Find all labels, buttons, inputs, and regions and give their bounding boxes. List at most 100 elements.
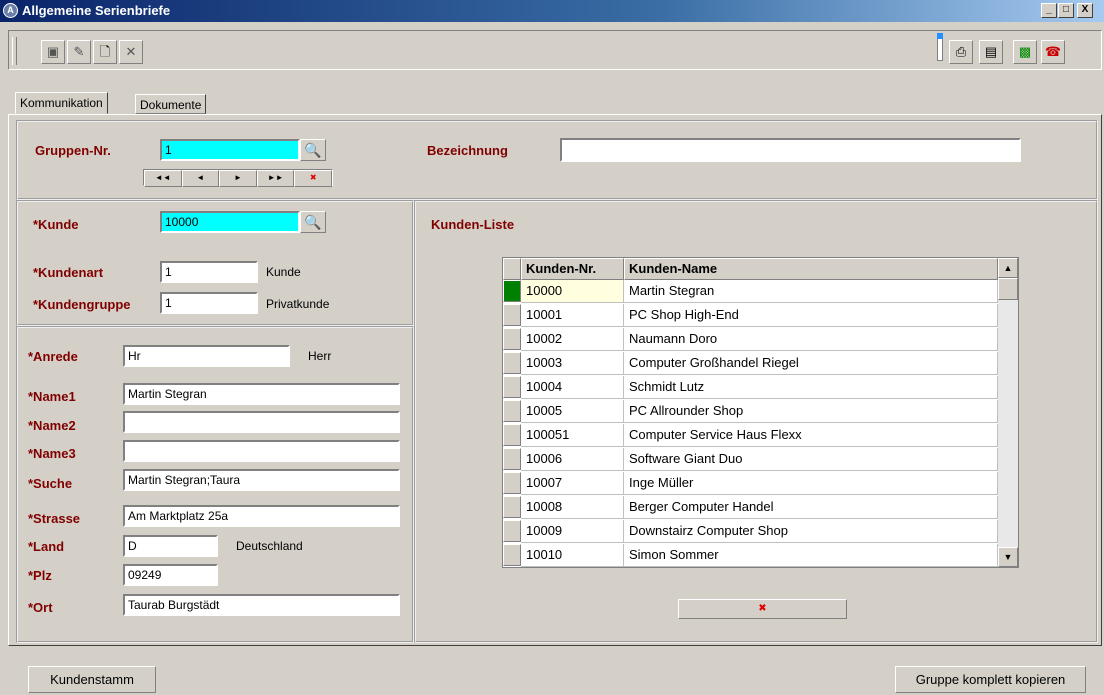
cell-kunden-nr[interactable]: 10003 — [521, 352, 624, 375]
delete-icon[interactable]: ✕ — [119, 40, 143, 64]
grid-corner-header — [503, 258, 521, 280]
group-lookup-search-icon[interactable]: 🔍 — [300, 139, 326, 161]
anrede-field[interactable]: Hr — [123, 345, 290, 367]
cell-kunden-nr[interactable]: 10001 — [521, 304, 624, 327]
row-indicator[interactable] — [503, 400, 521, 422]
exit-icon[interactable]: ☎ — [1041, 40, 1065, 64]
table-row[interactable]: 10010 Simon Sommer — [503, 544, 998, 567]
scroll-up-icon[interactable]: ▲ — [998, 258, 1018, 278]
suche-field[interactable]: Martin Stegran;Taura — [123, 469, 400, 491]
cell-kunden-nr[interactable]: 10010 — [521, 544, 624, 567]
cell-kunden-name[interactable]: Naumann Doro — [624, 328, 998, 351]
row-indicator[interactable] — [503, 304, 521, 326]
table-row[interactable]: 10004 Schmidt Lutz — [503, 376, 998, 399]
preview-icon[interactable]: ▤ — [979, 40, 1003, 64]
cell-kunden-nr[interactable]: 10004 — [521, 376, 624, 399]
row-indicator[interactable] — [503, 328, 521, 350]
save-icon[interactable]: ▣ — [41, 40, 65, 64]
row-indicator[interactable] — [503, 448, 521, 470]
kundenstamm-button[interactable]: Kundenstamm — [28, 666, 156, 693]
row-indicator[interactable] — [503, 352, 521, 374]
column-header-kunden-nr[interactable]: Kunden-Nr. — [521, 258, 624, 280]
cell-kunden-name[interactable]: Downstairz Computer Shop — [624, 520, 998, 543]
table-row[interactable]: 10003 Computer Großhandel Riegel — [503, 352, 998, 375]
row-indicator[interactable] — [503, 424, 521, 446]
scroll-down-icon[interactable]: ▼ — [998, 547, 1018, 567]
cell-kunden-nr[interactable]: 10005 — [521, 400, 624, 423]
table-row[interactable]: 10006 Software Giant Duo — [503, 448, 998, 471]
kunde-label: *Kunde — [33, 217, 79, 232]
cell-kunden-name[interactable]: Inge Müller — [624, 472, 998, 495]
cell-kunden-name[interactable]: Software Giant Duo — [624, 448, 998, 471]
table-row[interactable]: 10007 Inge Müller — [503, 472, 998, 495]
cell-kunden-nr[interactable]: 10009 — [521, 520, 624, 543]
row-indicator[interactable] — [503, 544, 521, 566]
ort-label: *Ort — [28, 600, 53, 615]
kundengruppe-field[interactable]: 1 — [160, 292, 258, 314]
app-icon: A — [3, 3, 18, 18]
copy-group-button[interactable]: Gruppe komplett kopieren — [895, 666, 1086, 693]
plz-field[interactable]: 09249 — [123, 564, 218, 586]
ort-field[interactable]: Taurab Burgstädt — [123, 594, 400, 616]
export-icon[interactable]: ▩ — [1013, 40, 1037, 64]
name2-field[interactable] — [123, 411, 400, 433]
table-row[interactable]: 100051 Computer Service Haus Flexx — [503, 424, 998, 447]
cell-kunden-nr[interactable]: 10007 — [521, 472, 624, 495]
indicator-light — [937, 33, 943, 39]
table-row[interactable]: 10001 PC Shop High-End — [503, 304, 998, 327]
nav-prev-icon[interactable]: ◄ — [181, 170, 220, 187]
kunde-field[interactable]: 10000 — [160, 211, 300, 233]
cell-kunden-name[interactable]: Computer Service Haus Flexx — [624, 424, 998, 447]
row-indicator[interactable] — [503, 496, 521, 518]
column-header-kunden-name[interactable]: Kunden-Name — [624, 258, 998, 280]
name3-field[interactable] — [123, 440, 400, 462]
cell-kunden-name[interactable]: Martin Stegran — [624, 280, 998, 303]
cell-kunden-name[interactable]: Simon Sommer — [624, 544, 998, 567]
cell-kunden-nr[interactable]: 10006 — [521, 448, 624, 471]
delete-entry-button[interactable]: ✖ — [678, 599, 847, 619]
row-indicator[interactable] — [503, 376, 521, 398]
scroll-thumb[interactable] — [998, 278, 1018, 300]
name1-field[interactable]: Martin Stegran — [123, 383, 400, 405]
nav-delete-icon[interactable]: ✖ — [294, 170, 332, 187]
table-row[interactable]: 10005 PC Allrounder Shop — [503, 400, 998, 423]
nav-first-icon[interactable]: ◄◄ — [144, 170, 182, 187]
cell-kunden-name[interactable]: PC Allrounder Shop — [624, 400, 998, 423]
cell-kunden-name[interactable]: Berger Computer Handel — [624, 496, 998, 519]
land-field[interactable]: D — [123, 535, 218, 557]
cell-kunden-name[interactable]: Schmidt Lutz — [624, 376, 998, 399]
cell-kunden-nr[interactable]: 10008 — [521, 496, 624, 519]
nav-next-icon[interactable]: ► — [219, 170, 257, 187]
minimize-button[interactable]: _ — [1041, 3, 1057, 18]
cell-kunden-nr[interactable]: 100051 — [521, 424, 624, 447]
row-indicator[interactable] — [503, 520, 521, 542]
row-indicator[interactable] — [503, 472, 521, 494]
table-row[interactable]: 10008 Berger Computer Handel — [503, 496, 998, 519]
group-nr-field[interactable]: 1 — [160, 139, 300, 161]
maximize-button[interactable]: □ — [1058, 3, 1074, 18]
bezeichnung-field[interactable] — [560, 138, 1021, 162]
bezeichnung-label: Bezeichnung — [427, 143, 508, 158]
table-row[interactable]: 10009 Downstairz Computer Shop — [503, 520, 998, 543]
cell-kunden-name[interactable]: PC Shop High-End — [624, 304, 998, 327]
tab-dokumente[interactable]: Dokumente — [135, 94, 207, 114]
land-text: Deutschland — [236, 539, 303, 553]
cell-kunden-nr[interactable]: 10002 — [521, 328, 624, 351]
row-indicator[interactable] — [503, 280, 521, 302]
group-nr-label: Gruppen-Nr. — [35, 143, 111, 158]
kunde-lookup-search-icon[interactable]: 🔍 — [300, 211, 326, 233]
cell-kunden-name[interactable]: Computer Großhandel Riegel — [624, 352, 998, 375]
tab-kommunikation[interactable]: Kommunikation — [15, 92, 108, 114]
new-document-icon[interactable]: 🗋 — [93, 40, 117, 64]
print-icon[interactable]: ⎙ — [949, 40, 973, 64]
kundenart-field[interactable]: 1 — [160, 261, 258, 283]
grid-scrollbar[interactable]: ▲ ▼ — [998, 258, 1018, 567]
edit-icon[interactable]: ✎ — [67, 40, 91, 64]
window-title: Allgemeine Serienbriefe — [22, 3, 171, 18]
cell-kunden-nr[interactable]: 10000 — [521, 280, 624, 303]
nav-last-icon[interactable]: ►► — [256, 170, 295, 187]
table-row[interactable]: 10002 Naumann Doro — [503, 328, 998, 351]
close-button[interactable]: X — [1077, 3, 1093, 18]
strasse-field[interactable]: Am Marktplatz 25a — [123, 505, 400, 527]
table-row[interactable]: 10000 Martin Stegran — [503, 280, 998, 303]
